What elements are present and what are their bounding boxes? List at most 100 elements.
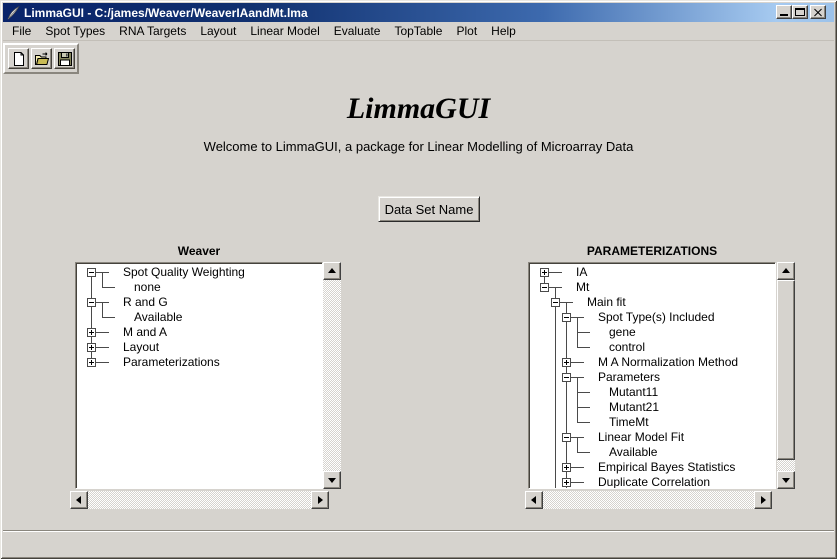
- tree-node-mt[interactable]: Mt: [576, 280, 589, 295]
- tree-connector-line: [577, 415, 578, 422]
- scroll-up-button[interactable]: [323, 262, 341, 280]
- expand-toggle-icon[interactable]: [87, 328, 96, 337]
- expand-toggle-icon[interactable]: [87, 343, 96, 352]
- tree-connector-line: [577, 325, 578, 332]
- menu-evaluate[interactable]: Evaluate: [327, 23, 388, 40]
- tree-connector-line: [566, 415, 567, 430]
- arrow-right-icon: [761, 496, 766, 504]
- title-bar[interactable]: LimmaGUI - C:/james/Weaver/WeaverIAandMt…: [3, 3, 834, 22]
- menu-help[interactable]: Help: [484, 23, 523, 40]
- app-window: LimmaGUI - C:/james/Weaver/WeaverIAandMt…: [0, 0, 837, 559]
- vscroll-thumb[interactable]: [777, 280, 795, 460]
- collapse-toggle-icon[interactable]: [562, 373, 571, 382]
- tree-node-parameterizations[interactable]: Parameterizations: [123, 355, 220, 370]
- menu-toptable[interactable]: TopTable: [387, 23, 449, 40]
- maximize-button[interactable]: [792, 5, 808, 19]
- minimize-button[interactable]: [776, 5, 792, 19]
- tree-connector-line: [555, 287, 556, 295]
- expand-toggle-icon[interactable]: [540, 268, 549, 277]
- weaver-vscroll-track[interactable]: [323, 262, 341, 489]
- tree-node-m-and-a[interactable]: M and A: [123, 325, 167, 340]
- tree-connector-line: [102, 280, 103, 287]
- expand-toggle-icon[interactable]: [87, 358, 96, 367]
- tree-node-m-a-normalization-method[interactable]: M A Normalization Method: [598, 355, 738, 370]
- tree-node-parameters[interactable]: Parameters: [598, 370, 660, 385]
- tree-connector-line: [577, 422, 590, 423]
- tree-node-gene[interactable]: gene: [609, 325, 636, 340]
- new-file-button[interactable]: [8, 48, 29, 69]
- parameterizations-hscroll-track[interactable]: [525, 491, 772, 509]
- tree-row-layout: Layout: [78, 340, 320, 355]
- page-title: LimmaGUI: [0, 92, 837, 126]
- app-icon[interactable]: [6, 6, 20, 20]
- tree-row-duplicate-correlation: Duplicate Correlation: [531, 475, 773, 489]
- menu-rna-targets[interactable]: RNA Targets: [112, 23, 193, 40]
- collapse-toggle-icon[interactable]: [562, 313, 571, 322]
- tree-connector-line: [577, 377, 578, 385]
- tree-node-mutant21[interactable]: Mutant21: [609, 400, 659, 415]
- scroll-right-button[interactable]: [311, 491, 329, 509]
- tree-node-control[interactable]: control: [609, 340, 645, 355]
- tree-row-available: Available: [531, 445, 773, 460]
- menu-file[interactable]: File: [5, 23, 38, 40]
- tree-node-available[interactable]: Available: [134, 310, 182, 325]
- tree-node-layout[interactable]: Layout: [123, 340, 159, 355]
- menu-spot-types[interactable]: Spot Types: [38, 23, 112, 40]
- tree-row-m-and-a: M and A: [78, 325, 320, 340]
- scroll-right-button[interactable]: [754, 491, 772, 509]
- expand-toggle-icon[interactable]: [562, 463, 571, 472]
- collapse-toggle-icon[interactable]: [87, 298, 96, 307]
- tree-content: IAMtMain fitSpot Type(s) Includedgenecon…: [531, 265, 773, 486]
- menu-layout[interactable]: Layout: [193, 23, 243, 40]
- tree-connector-line: [566, 445, 567, 460]
- tree-row-timemt: TimeMt: [531, 415, 773, 430]
- collapse-toggle-icon[interactable]: [551, 298, 560, 307]
- tree-node-available[interactable]: Available: [609, 445, 657, 460]
- scroll-down-button[interactable]: [777, 471, 795, 489]
- tree-node-timemt[interactable]: TimeMt: [609, 415, 649, 430]
- tree-node-main-fit[interactable]: Main fit: [587, 295, 626, 310]
- close-button[interactable]: [810, 5, 826, 19]
- open-file-button[interactable]: [31, 48, 52, 69]
- tree-node-empirical-bayes-statistics[interactable]: Empirical Bayes Statistics: [598, 460, 735, 475]
- tree-node-spot-type-s-included[interactable]: Spot Type(s) Included: [598, 310, 715, 325]
- menu-plot[interactable]: Plot: [449, 23, 484, 40]
- tree-node-ia[interactable]: IA: [576, 265, 587, 280]
- expand-toggle-icon[interactable]: [562, 478, 571, 487]
- tree-connector-line: [102, 317, 115, 318]
- collapse-toggle-icon[interactable]: [87, 268, 96, 277]
- minimize-icon: [780, 14, 788, 16]
- tree-connector-line: [577, 392, 578, 400]
- tree-node-duplicate-correlation[interactable]: Duplicate Correlation: [598, 475, 710, 489]
- tree-connector-line: [577, 445, 578, 452]
- parameterizations-vscroll-track[interactable]: [777, 262, 795, 489]
- parameterizations-heading: PARAMETERIZATIONS: [528, 244, 776, 258]
- weaver-tree: Spot Quality WeightingnoneR and GAvailab…: [75, 262, 323, 489]
- tree-connector-line: [555, 310, 556, 325]
- tree-node-r-and-g[interactable]: R and G: [123, 295, 168, 310]
- tree-node-mutant11[interactable]: Mutant11: [609, 385, 658, 400]
- tree-node-spot-quality-weighting[interactable]: Spot Quality Weighting: [123, 265, 245, 280]
- scroll-left-button[interactable]: [70, 491, 88, 509]
- tree-node-linear-model-fit[interactable]: Linear Model Fit: [598, 430, 684, 445]
- tree-connector-line: [577, 332, 590, 333]
- save-file-button[interactable]: [54, 48, 75, 69]
- menu-linear-model[interactable]: Linear Model: [243, 23, 326, 40]
- collapse-toggle-icon[interactable]: [562, 433, 571, 442]
- expand-toggle-icon[interactable]: [562, 358, 571, 367]
- tree-connector-line: [91, 280, 92, 295]
- collapse-toggle-icon[interactable]: [540, 283, 549, 292]
- tree-node-none[interactable]: none: [134, 280, 161, 295]
- scroll-left-button[interactable]: [525, 491, 543, 509]
- scroll-down-button[interactable]: [323, 471, 341, 489]
- tree-connector-line: [577, 332, 578, 340]
- tree-row-parameters: Parameters: [531, 370, 773, 385]
- tree-connector-line: [566, 325, 567, 340]
- scroll-up-button[interactable]: [777, 262, 795, 280]
- weaver-hscroll-track[interactable]: [70, 491, 329, 509]
- data-set-name-button[interactable]: Data Set Name: [378, 196, 480, 222]
- tree-row-m-a-normalization-method: M A Normalization Method: [531, 355, 773, 370]
- window-controls: [776, 5, 826, 19]
- tree-row-available: Available: [78, 310, 320, 325]
- open-folder-icon: [34, 51, 50, 67]
